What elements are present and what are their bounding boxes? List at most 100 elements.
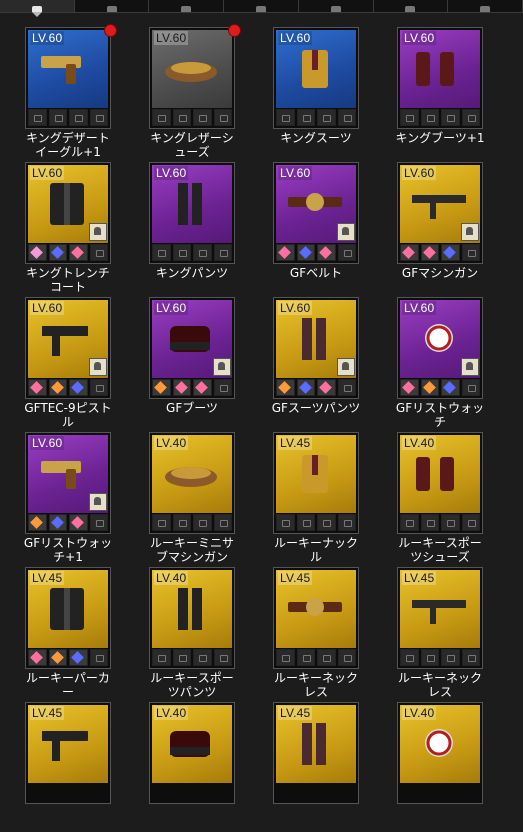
equipment-card[interactable]: LV.60 (273, 27, 359, 129)
equipment-item[interactable]: LV.45 (18, 702, 118, 832)
equipment-item[interactable]: LV.60 キングパンツ (142, 162, 242, 292)
equipment-item[interactable]: LV.45 ルーキーナックル (266, 432, 366, 564)
item-level: LV.60 (278, 31, 313, 45)
equipment-item[interactable]: LV.60 キングデザート イーグル+1 (18, 24, 118, 159)
equipment-item[interactable]: LV.45 ルーキーネック レス (390, 567, 490, 699)
equipment-item[interactable]: LV.40 ルーキースポー ツシューズ (390, 432, 490, 564)
equipment-card[interactable]: LV.60 (25, 27, 111, 129)
equipment-card[interactable]: LV.45 (25, 567, 111, 669)
gem-icon (195, 381, 208, 394)
equipment-card[interactable]: LV.60 (25, 432, 111, 534)
gem-slot (28, 514, 47, 531)
category-tab-0[interactable] (0, 0, 75, 17)
equipment-item[interactable]: LV.60 GFスーツパンツ (266, 297, 366, 427)
gem-icon (71, 651, 84, 664)
gem-slot (69, 514, 88, 531)
item-level: LV.60 (402, 31, 437, 45)
item-name: GFマシンガン (401, 266, 479, 280)
category-tab-2[interactable] (149, 0, 225, 12)
locked-slot-icon (152, 109, 171, 126)
equipment-item[interactable]: LV.40 (390, 702, 490, 832)
equipment-item[interactable]: LV.60 GFベルト (266, 162, 366, 292)
locked-slot-icon (337, 649, 356, 666)
gem-slots (276, 514, 356, 531)
gem-slots (400, 379, 480, 396)
equipment-card[interactable]: LV.60 (149, 27, 235, 129)
locked-slot-icon (213, 244, 232, 261)
locked-slot-icon (193, 649, 212, 666)
equipment-card[interactable]: LV.60 (273, 162, 359, 264)
equipment-item[interactable]: LV.60 キングブーツ+1 (390, 27, 490, 157)
gem-icon (319, 246, 332, 259)
equipment-card[interactable]: LV.45 (273, 702, 359, 804)
equipment-card[interactable]: LV.40 (149, 432, 235, 534)
equipment-item[interactable]: LV.60 GFTEC-9ピストル (18, 297, 118, 429)
locked-slot-icon (420, 109, 439, 126)
gem-icon (422, 246, 436, 259)
item-image (408, 451, 470, 495)
locked-slot-icon (172, 649, 191, 666)
equipment-card[interactable]: LV.40 (397, 702, 483, 804)
locked-slot-icon (317, 109, 336, 126)
equipment-item[interactable]: LV.45 ルーキーパーカー (18, 567, 118, 699)
equipment-card[interactable]: LV.60 (397, 27, 483, 129)
equipment-card[interactable]: LV.60 (273, 297, 359, 399)
gem-slots (276, 109, 356, 126)
equipment-item[interactable]: LV.40 ルーキーミニサ ブマシンガン (142, 432, 242, 564)
gem-slot (400, 379, 419, 396)
equipment-card[interactable]: LV.60 (25, 162, 111, 264)
item-image (36, 586, 98, 630)
shirt-icon (256, 6, 267, 12)
gem-slots (400, 649, 480, 666)
equipment-card[interactable]: LV.60 (149, 162, 235, 264)
item-level: LV.60 (30, 436, 65, 450)
equipment-item[interactable]: LV.40 ルーキースポー ツパンツ (142, 567, 242, 699)
item-image (408, 586, 470, 630)
equipment-card[interactable]: LV.60 (397, 162, 483, 264)
equipment-item[interactable]: LV.60 キングスーツ (266, 27, 366, 157)
gem-slot (420, 244, 439, 261)
equipment-icon (31, 6, 42, 12)
gem-slots (152, 109, 232, 126)
equipment-item[interactable]: LV.60 キングレザーシ ューズ (142, 24, 242, 159)
equipment-card[interactable]: LV.60 (397, 297, 483, 399)
locked-slot-icon (213, 514, 232, 531)
equipment-item[interactable]: LV.45 ルーキーネック レス (266, 567, 366, 699)
gem-slots (28, 379, 108, 396)
gem-slot (48, 514, 67, 531)
item-name: ルーキースポー ツパンツ (150, 671, 234, 699)
gem-slots (28, 109, 108, 126)
equipment-card[interactable]: LV.45 (273, 432, 359, 534)
category-tab-1[interactable] (75, 0, 150, 12)
category-tab-6[interactable] (448, 0, 523, 12)
equipment-item[interactable]: LV.45 (266, 702, 366, 832)
equipment-card[interactable]: LV.40 (397, 432, 483, 534)
equipment-card[interactable]: LV.40 (149, 567, 235, 669)
locked-slot-icon (296, 514, 315, 531)
gem-icon (443, 246, 456, 259)
equipment-item[interactable]: LV.60 GFブーツ (142, 297, 242, 427)
category-tab-5[interactable] (374, 0, 449, 12)
gem-icon (278, 246, 291, 259)
equipment-card[interactable]: LV.60 (149, 297, 235, 399)
gem-slots (28, 784, 108, 801)
item-name: キングブーツ+1 (395, 131, 485, 145)
equipment-item[interactable]: LV.40 (142, 702, 242, 832)
equipment-item[interactable]: LV.60 GFマシンガン (390, 162, 490, 292)
equipment-item[interactable]: LV.60 GFリストウォッ チ+1 (18, 432, 118, 564)
equipment-item[interactable]: LV.60 GFリストウォッチ (390, 297, 490, 429)
item-level: LV.60 (278, 166, 313, 180)
equipment-item[interactable]: LV.60 キングトレンチ コート (18, 162, 118, 294)
item-name: GFリストウォッ チ+1 (23, 536, 113, 564)
equipment-card[interactable]: LV.40 (149, 702, 235, 804)
category-tab-4[interactable] (299, 0, 374, 12)
equipment-card[interactable]: LV.45 (397, 567, 483, 669)
item-image (160, 451, 222, 495)
gem-slot (48, 244, 67, 261)
category-tab-3[interactable] (224, 0, 299, 12)
item-name: GFブーツ (166, 401, 218, 415)
equipment-card[interactable]: LV.60 (25, 297, 111, 399)
equipment-card[interactable]: LV.45 (273, 567, 359, 669)
equipment-card[interactable]: LV.45 (25, 702, 111, 804)
locked-slot-icon (193, 244, 212, 261)
